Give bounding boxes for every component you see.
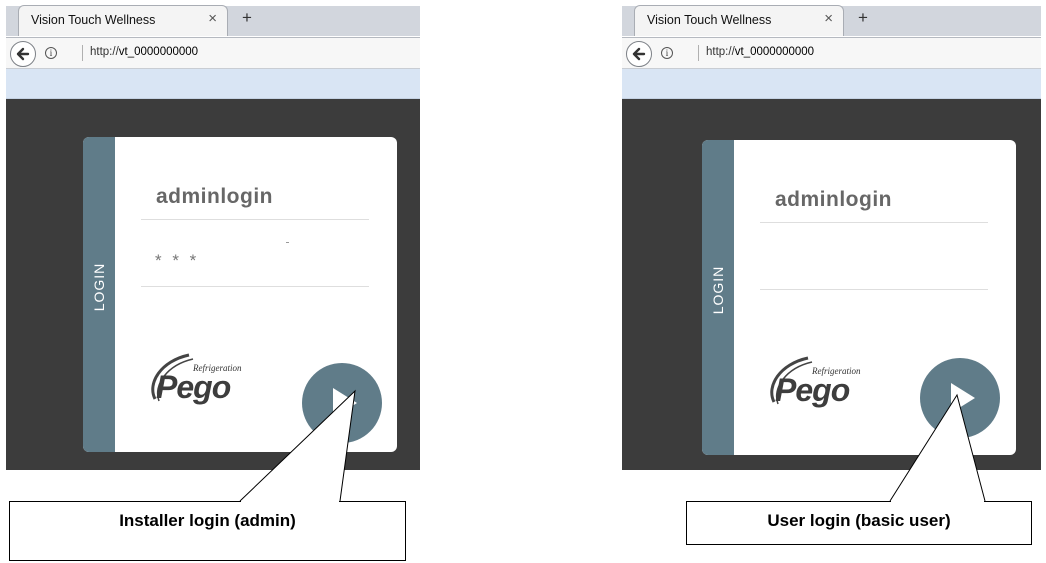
callout-pointers [239, 389, 986, 503]
callout-pointer-right [889, 393, 986, 502]
callout-pointer-left [239, 389, 356, 502]
